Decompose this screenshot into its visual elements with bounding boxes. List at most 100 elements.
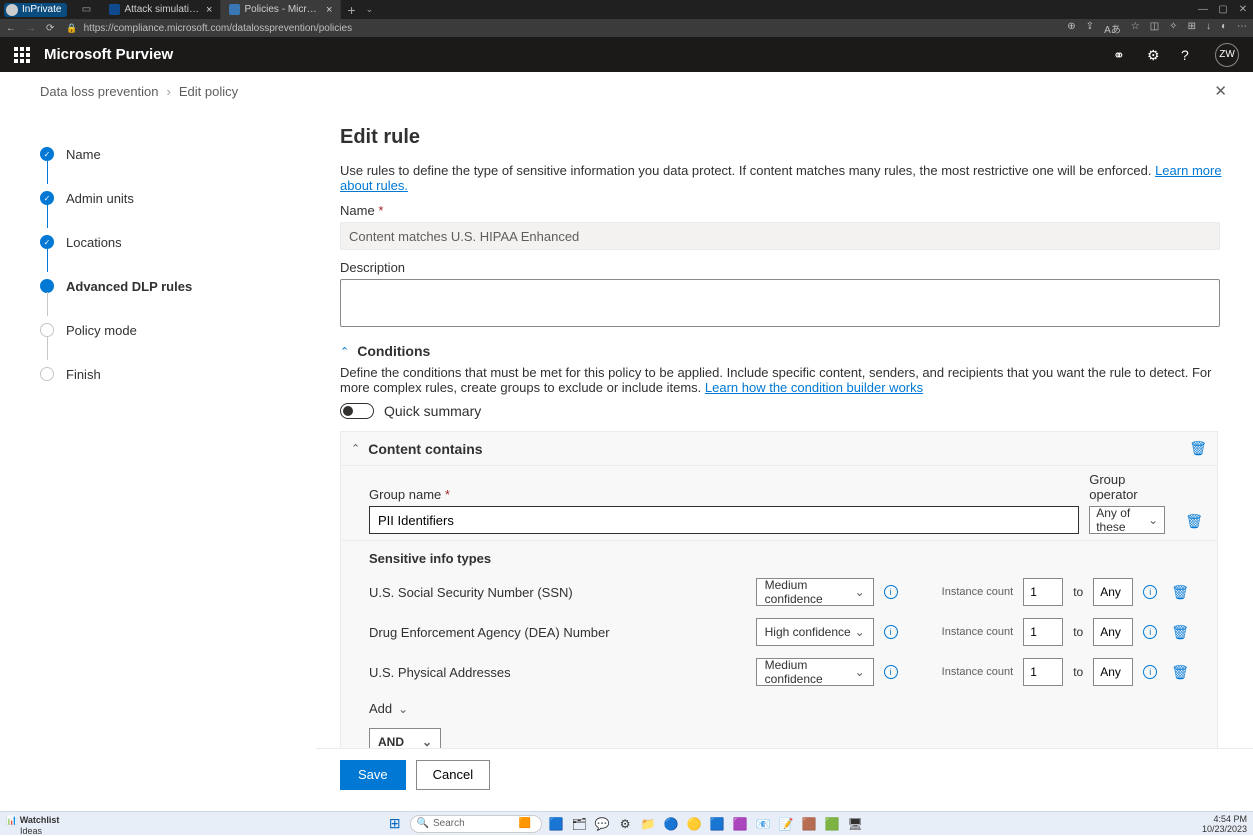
info-icon[interactable]: i xyxy=(884,665,898,679)
save-button[interactable]: Save xyxy=(340,760,406,790)
taskbar-app-icon[interactable]: 🟩 xyxy=(823,815,841,833)
zoom-icon[interactable]: ⊕ xyxy=(1067,21,1075,36)
360hook taskbar-app-icon[interactable]: 📝 xyxy=(777,815,795,833)
tab-close-icon[interactable]: × xyxy=(206,4,212,16)
tab-chevron-icon[interactable]: ⌄ xyxy=(362,4,378,15)
taskbar-clock[interactable]: 4:54 PM 10/23/2023 xyxy=(1202,814,1247,834)
step-admin-units[interactable]: ✓ Admin units xyxy=(40,184,306,212)
step-check-icon: ✓ xyxy=(40,235,54,249)
user-avatar[interactable]: ZW xyxy=(1215,43,1239,67)
step-policy-mode[interactable]: Policy mode xyxy=(40,316,306,344)
url-field[interactable]: 🔒 https://compliance.microsoft.com/datal… xyxy=(66,23,1067,34)
settings-icon[interactable]: ⚙ xyxy=(1147,47,1163,63)
taskbar-widget[interactable]: 📊 Watchlist Ideas xyxy=(6,815,59,836)
breadcrumb-item[interactable]: Data loss prevention xyxy=(40,84,159,99)
step-name[interactable]: ✓ Name xyxy=(40,140,306,168)
browser-titlebar: InPrivate ▭ Attack simulation training -… xyxy=(0,0,1253,19)
taskbar-app-icon[interactable]: ⚙ xyxy=(616,815,634,833)
extensions-icon[interactable]: ⊞ xyxy=(1188,21,1196,36)
intro-text: Use rules to define the type of sensitiv… xyxy=(340,163,1155,178)
start-button[interactable]: ⊞ xyxy=(389,815,401,832)
add-sit-button[interactable]: Add xyxy=(369,701,408,716)
info-icon[interactable]: i xyxy=(1143,585,1157,599)
delete-condition-icon[interactable]: 🗑 xyxy=(1189,440,1207,457)
split-icon[interactable]: ◫ xyxy=(1150,21,1159,36)
delete-row-icon[interactable]: 🗑 xyxy=(1171,624,1189,641)
quick-summary-label: Quick summary xyxy=(384,403,481,419)
content-contains-header[interactable]: ⌃ Content contains 🗑 xyxy=(341,432,1217,465)
close-panel-button[interactable]: ✕ xyxy=(1214,82,1233,100)
step-locations[interactable]: ✓ Locations xyxy=(40,228,306,256)
info-icon[interactable]: i xyxy=(884,625,898,639)
taskbar-app-icon[interactable]: 🟫 xyxy=(800,815,818,833)
info-icon[interactable]: i xyxy=(1143,665,1157,679)
description-label: Description xyxy=(340,260,1229,275)
instance-count-to[interactable] xyxy=(1093,658,1133,686)
read-aloud-icon[interactable]: Aあ xyxy=(1104,21,1121,36)
taskbar-app-icon[interactable]: 📧 xyxy=(754,815,772,833)
step-label: Locations xyxy=(66,235,122,250)
minimize-button[interactable]: — xyxy=(1193,4,1213,15)
taskbar-app-icon[interactable]: 🟦 xyxy=(708,815,726,833)
taskbar-app-icon[interactable]: 💬 xyxy=(593,815,611,833)
tab-close-icon[interactable]: × xyxy=(326,4,332,16)
app-launcher-icon[interactable] xyxy=(14,47,30,63)
step-advanced-dlp[interactable]: Advanced DLP rules xyxy=(40,272,306,300)
instance-count-from[interactable] xyxy=(1023,658,1063,686)
instance-count-to[interactable] xyxy=(1093,618,1133,646)
taskbar-app-icon[interactable]: 🗂 xyxy=(570,815,588,833)
description-textarea[interactable] xyxy=(340,279,1220,327)
step-label: Admin units xyxy=(66,191,134,206)
conditions-header[interactable]: ⌃ Conditions xyxy=(340,343,1229,359)
maximize-button[interactable]: ▢ xyxy=(1213,4,1233,15)
org-icon[interactable]: ⚭ xyxy=(1113,47,1129,63)
taskbar-app-icon[interactable]: 🟪 xyxy=(731,815,749,833)
info-icon[interactable]: i xyxy=(1143,625,1157,639)
delete-row-icon[interactable]: 🗑 xyxy=(1171,664,1189,681)
taskbar-search[interactable]: 🔍 Search 🟧 xyxy=(410,815,543,833)
taskbar-app-icon[interactable]: 🔵 xyxy=(662,815,680,833)
learn-condition-builder-link[interactable]: Learn how the condition builder works xyxy=(705,380,923,395)
group-operator-select[interactable]: Any of these xyxy=(1089,506,1165,534)
confidence-select[interactable]: Medium confidence xyxy=(756,578,874,606)
info-icon[interactable]: i xyxy=(884,585,898,599)
more-icon[interactable]: ⋯ xyxy=(1237,21,1247,36)
group-name-input[interactable] xyxy=(369,506,1079,534)
taskbar-app-icon[interactable]: 🟡 xyxy=(685,815,703,833)
close-window-button[interactable]: ✕ xyxy=(1233,4,1253,15)
nav-back-icon[interactable]: ← xyxy=(6,23,16,34)
instance-count-from[interactable] xyxy=(1023,618,1063,646)
taskbar-app-icon[interactable]: 🟦 xyxy=(547,815,565,833)
instance-count-to[interactable] xyxy=(1093,578,1133,606)
step-label: Name xyxy=(66,147,101,162)
cancel-button[interactable]: Cancel xyxy=(416,760,490,790)
share-icon[interactable]: ⇪ xyxy=(1086,21,1094,36)
tab-actions-icon[interactable]: ▭ xyxy=(79,4,93,15)
group-name-label: Group name * xyxy=(369,487,1079,502)
user-initials: ZW xyxy=(1219,49,1235,60)
product-title: Microsoft Purview xyxy=(44,46,173,63)
quick-summary-toggle[interactable] xyxy=(340,403,374,419)
taskbar-app-icon[interactable]: 🖥 xyxy=(846,815,864,833)
downloads-icon[interactable]: ↓ xyxy=(1206,21,1211,36)
sit-name: Drug Enforcement Agency (DEA) Number xyxy=(369,625,746,640)
sit-name: U.S. Social Security Number (SSN) xyxy=(369,585,746,600)
taskbar-app-icon[interactable]: 📁 xyxy=(639,815,657,833)
help-icon[interactable]: ? xyxy=(1181,47,1197,63)
favorite-icon[interactable]: ☆ xyxy=(1131,21,1140,36)
confidence-select[interactable]: High confidence xyxy=(756,618,874,646)
instance-count-from[interactable] xyxy=(1023,578,1063,606)
nav-refresh-icon[interactable]: ⟳ xyxy=(46,23,54,34)
collections-icon[interactable]: ✧ xyxy=(1169,21,1177,36)
delete-row-icon[interactable]: 🗑 xyxy=(1171,584,1189,601)
delete-group-icon[interactable]: 🗑 xyxy=(1185,513,1203,530)
browser-tab-active[interactable]: Policies - Microsoft Purview × xyxy=(221,0,341,19)
chevron-up-icon: ⌃ xyxy=(351,442,360,455)
profile-icon[interactable]: ◐ xyxy=(1221,21,1227,36)
step-finish[interactable]: Finish xyxy=(40,360,306,388)
group-operator-label: Group operator xyxy=(1089,472,1175,502)
new-tab-button[interactable]: + xyxy=(341,2,361,18)
instance-count-label: Instance count xyxy=(942,586,1014,598)
sensitive-info-types-label: Sensitive info types xyxy=(341,540,1217,572)
confidence-select[interactable]: Medium confidence xyxy=(756,658,874,686)
